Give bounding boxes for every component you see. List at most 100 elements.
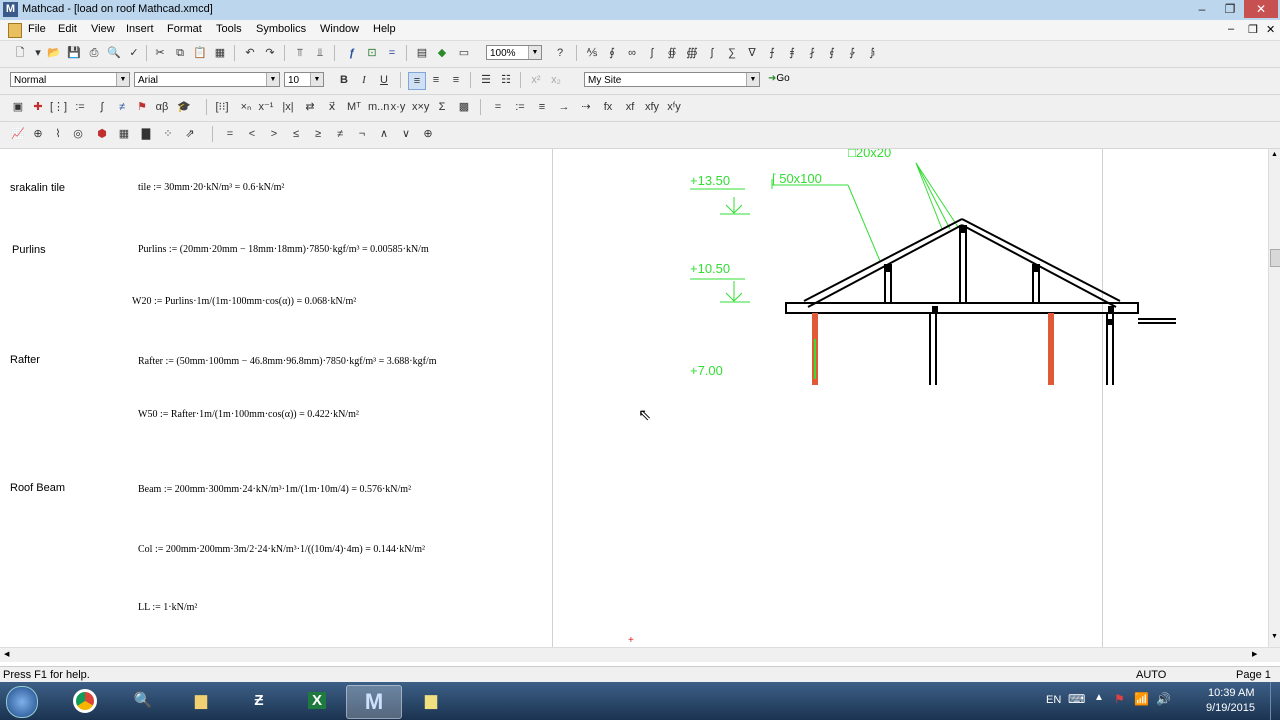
- less-equal-icon[interactable]: ≤: [288, 126, 304, 142]
- save-icon[interactable]: 💾: [66, 45, 82, 61]
- menu-file[interactable]: File: [28, 23, 46, 35]
- print-icon[interactable]: ⎙: [86, 45, 102, 61]
- align-top-icon[interactable]: ⫪: [292, 45, 308, 61]
- power-icon[interactable]: x⁻¹: [258, 99, 274, 115]
- range-icon[interactable]: m..n: [368, 99, 389, 115]
- worksheet-label[interactable]: Purlins: [12, 244, 46, 256]
- contour-plot-icon[interactable]: ▦: [116, 126, 132, 142]
- taskbar-archive[interactable]: Ƶ: [232, 685, 286, 717]
- resource-center-icon[interactable]: ▭: [456, 45, 472, 61]
- series-icon[interactable]: ∑: [724, 45, 740, 61]
- multiply-icon[interactable]: ×ₙ: [238, 99, 254, 115]
- document-icon[interactable]: [8, 23, 22, 38]
- font-size-select[interactable]: 10 ▼: [284, 72, 324, 87]
- expand-icon[interactable]: ∮: [604, 45, 620, 61]
- programming-palette-icon[interactable]: ⚑: [134, 99, 150, 115]
- menu-window[interactable]: Window: [320, 23, 359, 35]
- close-button[interactable]: ✕: [1244, 0, 1278, 18]
- italic-button[interactable]: I: [356, 72, 372, 88]
- greater-than-icon[interactable]: >: [266, 126, 282, 142]
- boolean-palette-icon[interactable]: ≠: [114, 99, 130, 115]
- global-define-icon[interactable]: ≡: [534, 99, 550, 115]
- zoom-plot-icon[interactable]: ⊕: [30, 126, 46, 142]
- xfy-sub-icon[interactable]: xᶠy: [666, 99, 682, 115]
- paste-icon[interactable]: 📋: [192, 45, 208, 61]
- doc-close-button[interactable]: ✕: [1266, 23, 1275, 36]
- picture-icon[interactable]: ▩: [456, 99, 472, 115]
- new-icon[interactable]: 🗋: [12, 45, 28, 61]
- worksheet-area[interactable]: srakalin tile tile := 30mm·20·kN/m³ = 0.…: [0, 149, 1268, 647]
- scatter-plot-icon[interactable]: ⁘: [160, 126, 176, 142]
- worksheet-label[interactable]: Roof Beam: [10, 482, 65, 494]
- math-region[interactable]: Beam := 200mm·300mm·24·kN/m³·1m/(1m·10m/…: [138, 484, 411, 495]
- spell-check-icon[interactable]: ✓: [126, 45, 142, 61]
- cross-product-icon[interactable]: x×y: [412, 99, 429, 115]
- tray-flag-icon[interactable]: ⚑: [1114, 692, 1125, 706]
- show-desktop-button[interactable]: [1270, 682, 1280, 720]
- infinity-icon[interactable]: ∞: [624, 45, 640, 61]
- insert-function-icon[interactable]: ƒ: [344, 45, 360, 61]
- solve-icon[interactable]: ⨎: [784, 45, 800, 61]
- taskbar-search[interactable]: 🔍: [116, 685, 170, 717]
- scroll-up-icon[interactable]: ▲: [1271, 151, 1278, 158]
- or-icon[interactable]: ∨: [398, 126, 414, 142]
- math-region[interactable]: Purlins := (20mm·20mm − 18mm·18mm)·7850·…: [138, 244, 429, 255]
- matrix-palette-icon[interactable]: [⋮]: [50, 99, 67, 115]
- bool-equal-icon[interactable]: =: [222, 126, 238, 142]
- menu-format[interactable]: Format: [167, 23, 202, 35]
- math-region[interactable]: Rafter := (50mm·100mm − 46.8mm·96.8mm)·7…: [138, 356, 437, 367]
- taskbar-notes[interactable]: ▆: [404, 685, 458, 717]
- math-region[interactable]: W50 := Rafter·1m/(1m·100mm·cos(α)) = 0.4…: [138, 409, 359, 420]
- clock-date[interactable]: 9/19/2015: [1206, 702, 1255, 714]
- symbolic-palette-icon[interactable]: 🎓: [176, 99, 192, 115]
- align-center-icon[interactable]: ≡: [428, 72, 444, 88]
- menu-help[interactable]: Help: [373, 23, 396, 35]
- menu-insert[interactable]: Insert: [126, 23, 154, 35]
- equals-icon[interactable]: =: [490, 99, 506, 115]
- math-region[interactable]: LL := 1·kN/m²: [138, 602, 197, 613]
- and-icon[interactable]: ∧: [376, 126, 392, 142]
- tray-expand-icon[interactable]: ▲: [1094, 692, 1104, 703]
- menu-view[interactable]: View: [91, 23, 115, 35]
- minimize-button[interactable]: –: [1188, 0, 1216, 18]
- greek-palette-icon[interactable]: αβ: [154, 99, 170, 115]
- taskbar-excel[interactable]: X: [290, 685, 344, 717]
- superscript-matrix-icon[interactable]: Mᵀ: [346, 99, 362, 115]
- horizontal-scrollbar[interactable]: ◀ ▶: [0, 647, 1280, 662]
- graph-palette-icon[interactable]: ✚: [30, 99, 46, 115]
- calculus-palette-icon[interactable]: ∫: [94, 99, 110, 115]
- dropdown-arrow-icon[interactable]: ▾: [30, 45, 46, 61]
- bold-button[interactable]: B: [336, 72, 352, 88]
- dot-product-icon[interactable]: x·y: [390, 99, 406, 115]
- transpose-icon[interactable]: ⇄: [302, 99, 318, 115]
- calculator-palette-icon[interactable]: ▣: [10, 99, 26, 115]
- language-indicator[interactable]: EN: [1046, 694, 1061, 706]
- undo-icon[interactable]: ↶: [242, 45, 258, 61]
- not-equal-icon[interactable]: ≠: [332, 126, 348, 142]
- scroll-thumb[interactable]: [1270, 249, 1280, 267]
- redo-icon[interactable]: ↷: [262, 45, 278, 61]
- align-down-icon[interactable]: ⫫: [312, 45, 328, 61]
- worksheet-label[interactable]: Rafter: [10, 354, 40, 366]
- xy-plot-icon[interactable]: 📈: [10, 126, 26, 142]
- go-button[interactable]: ➜Go: [768, 73, 790, 84]
- bar-plot-icon[interactable]: ▇: [138, 126, 154, 142]
- substitute-icon[interactable]: ⨍: [764, 45, 780, 61]
- start-button[interactable]: [6, 686, 38, 718]
- numbering-icon[interactable]: ☷: [498, 72, 514, 88]
- greater-equal-icon[interactable]: ≥: [310, 126, 326, 142]
- help-icon[interactable]: ?: [552, 45, 568, 61]
- determinant-icon[interactable]: |x|: [280, 99, 296, 115]
- calculate-icon[interactable]: =: [384, 45, 400, 61]
- insert-unit-icon[interactable]: ⊡: [364, 45, 380, 61]
- network-icon[interactable]: 📶: [1134, 692, 1149, 706]
- align-left-icon[interactable]: ≡: [408, 72, 426, 90]
- subscript-icon[interactable]: x₂: [548, 72, 564, 88]
- vertical-scrollbar[interactable]: ▲ ▼: [1268, 149, 1280, 647]
- define-icon[interactable]: :=: [512, 99, 528, 115]
- zoom-select[interactable]: 100% ▼: [486, 45, 542, 60]
- ztrans-icon[interactable]: ⨒: [864, 45, 880, 61]
- xf-icon[interactable]: xf: [622, 99, 638, 115]
- scroll-right-icon[interactable]: ▶: [1252, 650, 1257, 658]
- taskbar-explorer[interactable]: ▆: [174, 685, 228, 717]
